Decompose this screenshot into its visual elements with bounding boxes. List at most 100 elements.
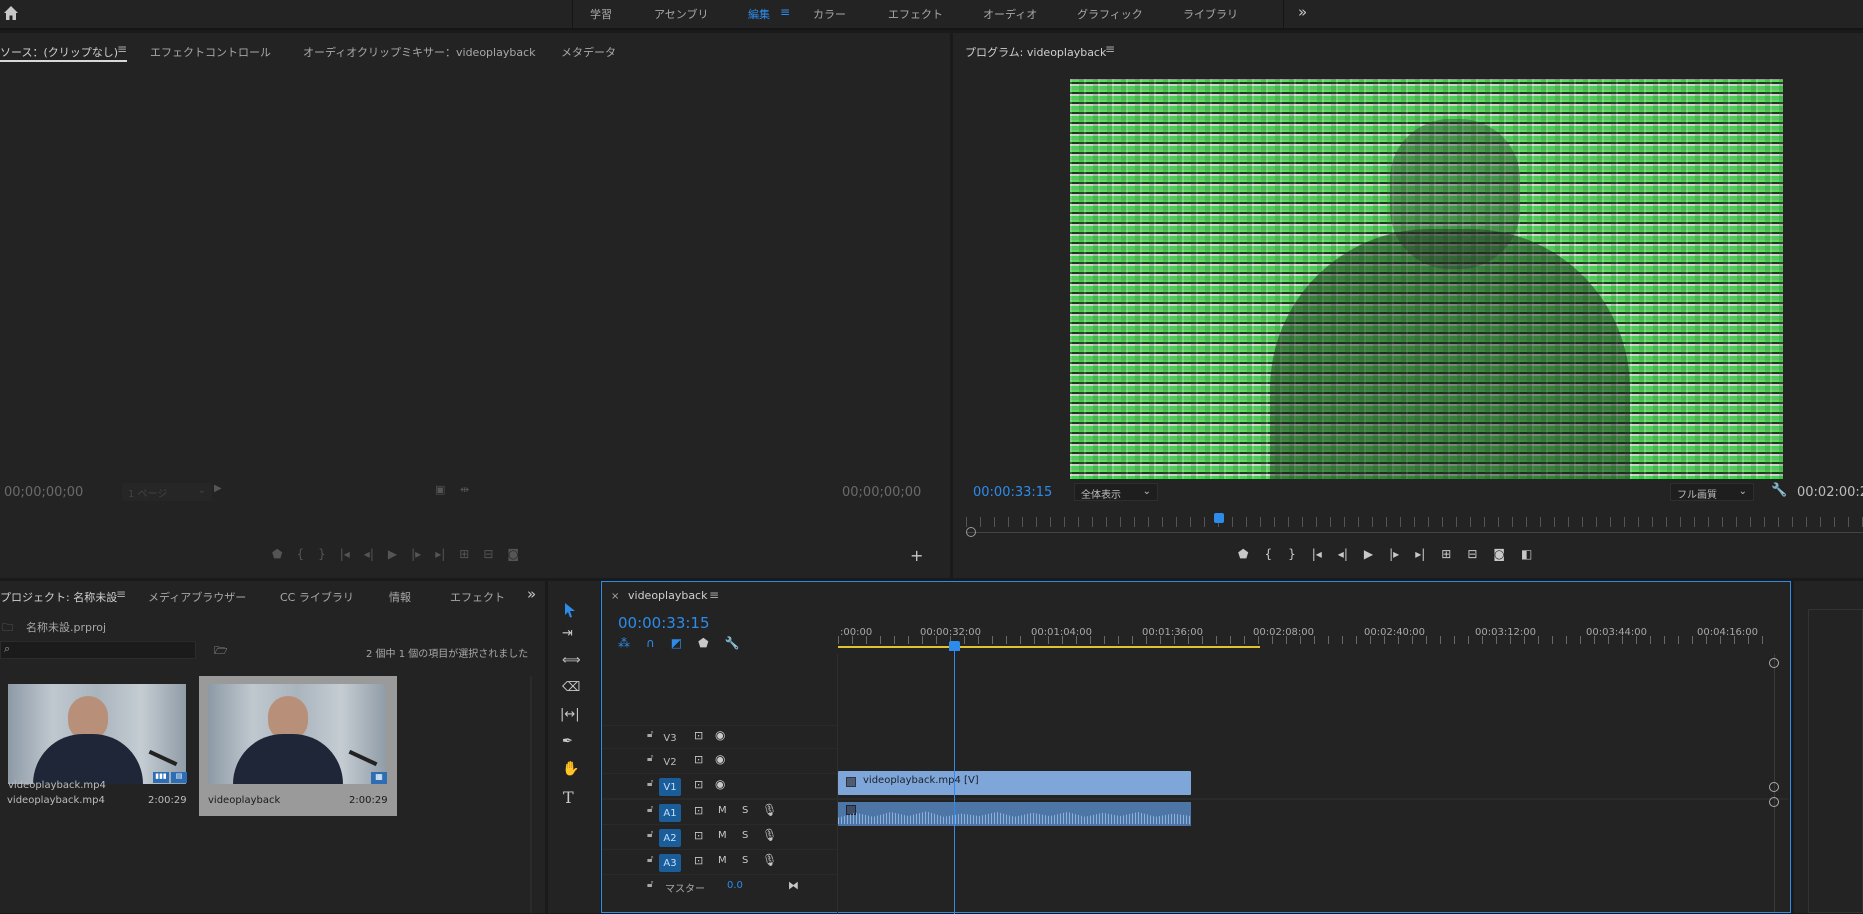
track-target-a3[interactable]: A3 xyxy=(659,854,681,872)
extract-icon[interactable]: ⊟ xyxy=(1467,547,1477,561)
more-workspaces-icon[interactable]: » xyxy=(1298,3,1307,21)
comparison-view-icon[interactable]: ◧ xyxy=(1521,547,1532,561)
eye-icon[interactable]: ◉ xyxy=(715,777,725,791)
zoom-handle-middle[interactable] xyxy=(1769,782,1779,792)
track-target-v3[interactable]: V3 xyxy=(659,729,681,747)
tab-metadata[interactable]: メタデータ xyxy=(561,44,616,60)
microphone-icon[interactable]: 🎙︎ xyxy=(762,828,777,842)
timeline-settings-wrench-icon[interactable]: 🔧 xyxy=(725,636,740,650)
tab-info[interactable]: 情報 xyxy=(389,589,411,605)
panel-menu-icon[interactable]: ≡ xyxy=(117,42,127,56)
fit-icon[interactable]: ▣ xyxy=(435,483,445,496)
lock-icon[interactable]: 🔓︎ xyxy=(647,879,653,890)
pen-tool-icon[interactable]: ✒ xyxy=(562,734,573,749)
page-select[interactable]: 1 ページ ⌄ xyxy=(122,483,212,501)
lock-icon[interactable]: 🔓︎ xyxy=(647,804,653,815)
tab-effect-controls[interactable]: エフェクトコントロール xyxy=(150,44,271,60)
play-icon[interactable]: ▶ xyxy=(1364,547,1373,561)
search-field[interactable]: ⌕ xyxy=(0,641,196,659)
eye-icon[interactable]: ◉ xyxy=(715,752,725,766)
panel-menu-icon[interactable]: ≡ xyxy=(709,588,719,602)
settings-wrench-icon[interactable]: 🔧 xyxy=(1771,483,1787,498)
sync-lock-icon[interactable]: ⊡ xyxy=(694,829,703,842)
lock-icon[interactable]: 🔓︎ xyxy=(647,778,653,789)
master-volume-value[interactable]: 0.0 xyxy=(727,880,743,891)
workspace-tab-effects[interactable]: エフェクト xyxy=(888,6,943,22)
snap-icon[interactable]: ∩ xyxy=(646,636,655,650)
mark-out-icon[interactable]: } xyxy=(1288,547,1296,561)
program-mini-ruler[interactable] xyxy=(966,517,1863,527)
sync-lock-icon[interactable]: ⊡ xyxy=(694,778,703,791)
video-clip[interactable]: videoplayback.mp4 [V] xyxy=(838,771,1191,795)
go-to-out-icon[interactable]: ▸| xyxy=(435,547,445,561)
mute-button[interactable]: M xyxy=(718,805,727,816)
track-target-a2[interactable]: A2 xyxy=(659,829,681,847)
sync-lock-icon[interactable]: ⊡ xyxy=(694,729,703,742)
solo-button[interactable]: S xyxy=(742,855,748,866)
more-tabs-icon[interactable]: » xyxy=(527,585,536,603)
mute-button[interactable]: M xyxy=(718,855,727,866)
selection-tool-icon[interactable] xyxy=(559,599,581,621)
sync-lock-icon[interactable]: ⊡ xyxy=(694,753,703,766)
timeline-timecode[interactable]: 00:00:33:15 xyxy=(618,614,710,632)
tab-effects[interactable]: エフェクト xyxy=(450,589,505,605)
track-select-tool-icon[interactable]: ⇥ xyxy=(562,626,573,641)
workspace-tab-learn[interactable]: 学習 xyxy=(590,6,612,22)
program-title[interactable]: プログラム: videoplayback xyxy=(965,44,1106,60)
program-playhead[interactable] xyxy=(1214,513,1224,523)
solo-button[interactable]: S xyxy=(742,805,748,816)
go-to-in-icon[interactable]: |◂ xyxy=(340,547,350,561)
add-button-icon[interactable]: + xyxy=(910,546,923,565)
lock-icon[interactable]: 🔓︎ xyxy=(647,753,653,764)
sync-lock-icon[interactable]: ⊡ xyxy=(694,804,703,817)
add-marker-icon[interactable]: ⬟ xyxy=(272,547,282,561)
mark-in-icon[interactable]: { xyxy=(296,547,304,561)
go-to-out-icon[interactable]: ▸| xyxy=(1415,547,1425,561)
eye-icon[interactable]: ◉ xyxy=(715,728,725,742)
go-to-in-icon[interactable]: |◂ xyxy=(1312,547,1322,561)
sync-lock-icon[interactable]: ⊡ xyxy=(694,854,703,867)
lock-icon[interactable]: 🔓︎ xyxy=(647,729,653,740)
step-forward-icon[interactable]: |▸ xyxy=(1389,547,1399,561)
panel-menu-icon[interactable]: ≡ xyxy=(1105,42,1115,56)
play-icon[interactable]: ▶ xyxy=(388,547,397,561)
add-marker-icon[interactable]: ⬟ xyxy=(698,636,708,650)
razor-tool-icon[interactable]: ⌫ xyxy=(562,680,580,695)
zoom-handle-top[interactable] xyxy=(1769,658,1779,668)
sequence-tab[interactable]: videoplayback xyxy=(628,589,707,602)
microphone-icon[interactable]: 🎙︎ xyxy=(762,853,777,867)
project-panel-scrollbar[interactable] xyxy=(530,676,532,913)
audio-clip[interactable] xyxy=(838,802,1191,826)
step-forward-icon[interactable]: |▸ xyxy=(411,547,421,561)
project-item-selected[interactable]: ▦ videoplayback 2:00:29 xyxy=(199,676,397,816)
tab-project[interactable]: プロジェクト: 名称未設 xyxy=(0,589,117,605)
drag-icon[interactable]: ⇹ xyxy=(460,483,469,496)
track-target-v1[interactable]: V1 xyxy=(659,778,681,796)
tab-media-browser[interactable]: メディアブラウザー xyxy=(148,589,246,605)
linked-selection-icon[interactable]: ◩ xyxy=(671,636,682,650)
mute-button[interactable]: M xyxy=(718,830,727,841)
type-tool-icon[interactable]: T xyxy=(563,788,574,807)
track-target-v2[interactable]: V2 xyxy=(659,753,681,771)
quality-select[interactable]: フル画質 ⌄ xyxy=(1670,483,1754,501)
workspace-tab-editing[interactable]: 編集 xyxy=(748,6,770,22)
project-item[interactable]: ▮▮▮ ▤ videoplayback.mp4 xyxy=(0,676,198,796)
workspace-menu-icon[interactable]: ≡ xyxy=(780,5,790,19)
mark-out-icon[interactable]: } xyxy=(318,547,326,561)
lift-icon[interactable]: ⊞ xyxy=(1441,547,1451,561)
step-back-icon[interactable]: ◂| xyxy=(1338,547,1348,561)
workspace-tab-graphics[interactable]: グラフィック xyxy=(1077,6,1143,22)
track-target-a1[interactable]: A1 xyxy=(659,804,681,822)
zoom-handle-bottom[interactable] xyxy=(1769,797,1779,807)
export-frame-icon[interactable]: ◙ xyxy=(507,547,519,561)
insert-icon[interactable]: ⊞ xyxy=(459,547,469,561)
panel-menu-icon[interactable]: ≡ xyxy=(116,587,126,601)
close-sequence-icon[interactable]: × xyxy=(611,591,619,602)
mark-in-icon[interactable]: { xyxy=(1264,547,1272,561)
home-icon[interactable] xyxy=(2,4,22,24)
scroll-handle[interactable] xyxy=(966,527,976,537)
go-to-out-point-icon[interactable]: ⧓ xyxy=(788,879,799,892)
work-area-bar[interactable] xyxy=(838,646,1260,648)
nest-toggle-icon[interactable]: ⁂ xyxy=(618,636,630,650)
tab-cc-libraries[interactable]: CC ライブラリ xyxy=(280,589,354,605)
